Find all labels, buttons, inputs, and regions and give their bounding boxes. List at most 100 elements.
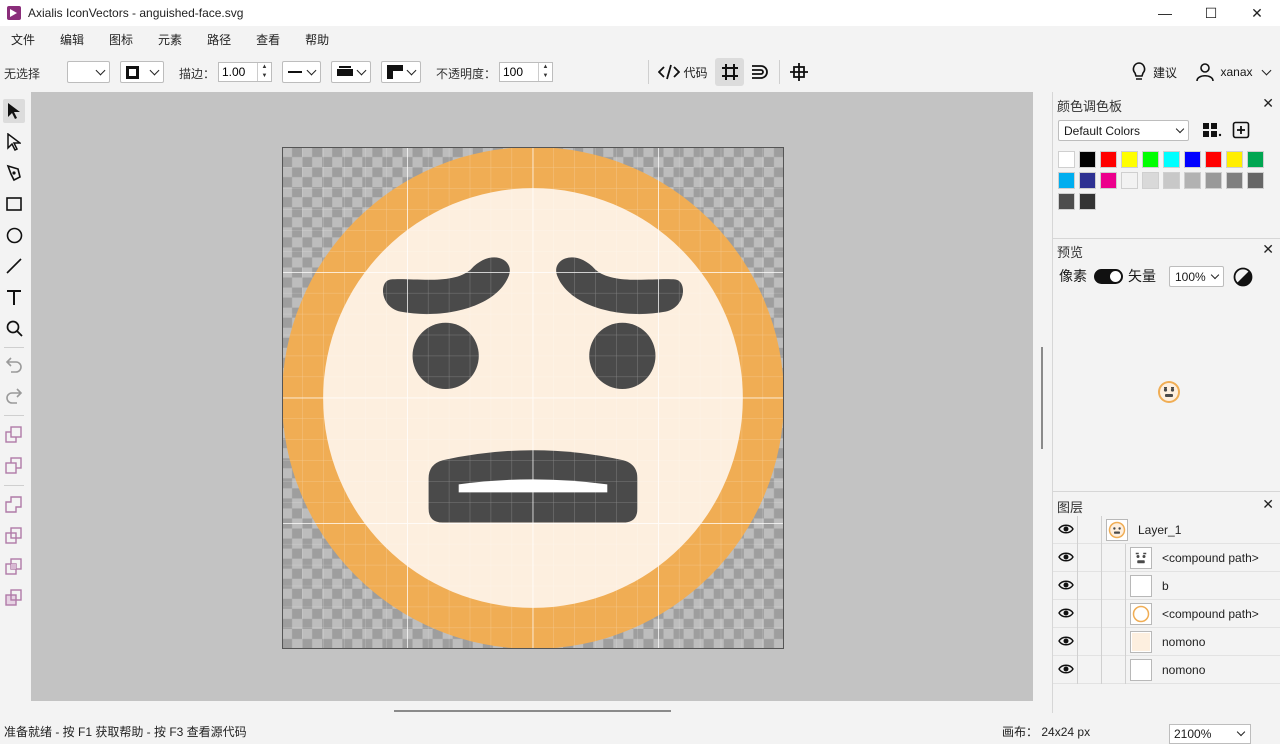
user-account-button[interactable]: xanax	[1192, 58, 1274, 86]
palette-close-icon[interactable]: ✕	[1262, 95, 1274, 112]
chevron-down-icon	[1210, 270, 1220, 279]
visibility-eye-icon[interactable]	[1058, 663, 1074, 678]
union-tool[interactable]	[3, 493, 25, 517]
suggest-button[interactable]: 建议	[1128, 58, 1180, 86]
color-swatch[interactable]	[1100, 151, 1117, 168]
horizontal-scrollbar[interactable]	[394, 710, 671, 712]
contrast-icon[interactable]	[1233, 267, 1253, 287]
text-tool[interactable]	[3, 285, 25, 309]
color-swatch[interactable]	[1079, 172, 1096, 189]
layer-row[interactable]: b	[1053, 572, 1280, 600]
fill-dropdown[interactable]	[67, 61, 110, 83]
color-swatch[interactable]	[1079, 193, 1096, 210]
palette-set-dropdown[interactable]: Default Colors	[1058, 120, 1189, 141]
add-color-icon[interactable]	[1232, 121, 1250, 139]
document-canvas[interactable]	[282, 147, 784, 649]
layer-row[interactable]: Layer_1	[1053, 516, 1280, 544]
subtract-tool[interactable]	[3, 524, 25, 548]
code-button[interactable]: 代码	[656, 58, 710, 86]
pen-tool[interactable]	[3, 161, 25, 185]
color-swatch[interactable]	[1058, 193, 1075, 210]
color-swatch[interactable]	[1163, 151, 1180, 168]
maximize-button[interactable]: ☐	[1188, 0, 1234, 26]
color-swatch[interactable]	[1058, 172, 1075, 189]
visibility-eye-icon[interactable]	[1058, 523, 1074, 538]
preview-close-icon[interactable]: ✕	[1262, 241, 1274, 258]
spin-down-icon[interactable]: ▼	[539, 72, 552, 81]
redo-icon	[6, 388, 23, 404]
exclude-tool[interactable]	[3, 586, 25, 610]
layer-row[interactable]: nomono	[1053, 628, 1280, 656]
visibility-eye-icon[interactable]	[1058, 607, 1074, 622]
color-swatch[interactable]	[1100, 172, 1117, 189]
line-tool[interactable]	[3, 254, 25, 278]
undo-tool[interactable]	[3, 353, 25, 377]
visibility-eye-icon[interactable]	[1058, 635, 1074, 650]
send-back-tool[interactable]	[3, 454, 25, 478]
color-swatch[interactable]	[1142, 151, 1159, 168]
color-swatch[interactable]	[1226, 172, 1243, 189]
color-swatch[interactable]	[1184, 172, 1201, 189]
visibility-eye-icon[interactable]	[1058, 551, 1074, 566]
menu-file[interactable]: 文件	[11, 31, 35, 48]
pixel-vector-toggle[interactable]	[1094, 269, 1123, 284]
canvas-size-status: 画布： 24x24 px	[1002, 723, 1090, 740]
menu-element[interactable]: 元素	[158, 31, 182, 48]
stroke-width-spinner[interactable]: ▲▼	[218, 62, 272, 82]
color-swatch[interactable]	[1121, 172, 1138, 189]
layer-row[interactable]: <compound path>	[1053, 600, 1280, 628]
color-swatch[interactable]	[1184, 151, 1201, 168]
grid-toggle-button[interactable]	[715, 58, 744, 86]
color-swatch[interactable]	[1205, 151, 1222, 168]
menu-icon[interactable]: 图标	[109, 31, 133, 48]
palette-grid-view-icon[interactable]	[1202, 121, 1222, 139]
color-swatch[interactable]	[1226, 151, 1243, 168]
snap-button[interactable]	[747, 58, 775, 86]
stroke-color-dropdown[interactable]	[120, 61, 164, 83]
select-tool[interactable]	[3, 99, 25, 123]
menu-edit[interactable]: 编辑	[60, 31, 84, 48]
preview-zoom-dropdown[interactable]: 100%	[1169, 266, 1224, 287]
color-swatch[interactable]	[1121, 151, 1138, 168]
color-swatch[interactable]	[1163, 172, 1180, 189]
zoom-tool[interactable]	[3, 316, 25, 340]
color-swatch[interactable]	[1058, 151, 1075, 168]
opacity-spinner[interactable]: ▲▼	[499, 62, 553, 82]
direct-select-tool[interactable]	[3, 130, 25, 154]
opacity-input[interactable]	[500, 63, 538, 81]
redo-tool[interactable]	[3, 384, 25, 408]
canvas-label: 画布：	[1002, 725, 1039, 739]
bring-front-tool[interactable]	[3, 423, 25, 447]
minimize-button[interactable]: —	[1142, 0, 1188, 26]
rectangle-tool[interactable]	[3, 192, 25, 216]
close-button[interactable]: ✕	[1234, 0, 1280, 26]
menu-path[interactable]: 路径	[207, 31, 231, 48]
intersect-tool[interactable]	[3, 555, 25, 579]
layer-row[interactable]: <compound path>	[1053, 544, 1280, 572]
line-cap-dropdown[interactable]	[331, 61, 371, 83]
layers-close-icon[interactable]: ✕	[1262, 496, 1274, 513]
spin-up-icon[interactable]: ▲	[258, 63, 271, 72]
visibility-eye-icon[interactable]	[1058, 579, 1074, 594]
color-swatch[interactable]	[1142, 172, 1159, 189]
line-style-dropdown[interactable]	[282, 61, 321, 83]
layer-tree-line	[1125, 572, 1126, 600]
palette-title: 颜色调色板	[1057, 99, 1123, 114]
layer-tree-line	[1077, 544, 1078, 572]
menu-help[interactable]: 帮助	[305, 31, 329, 48]
spin-up-icon[interactable]: ▲	[539, 63, 552, 72]
vertical-scrollbar[interactable]	[1041, 347, 1043, 449]
ellipse-tool[interactable]	[3, 223, 25, 247]
align-button[interactable]	[785, 58, 813, 86]
layer-row[interactable]: nomono	[1053, 656, 1280, 684]
stroke-width-input[interactable]	[219, 63, 257, 81]
line-join-dropdown[interactable]	[381, 61, 421, 83]
color-swatch[interactable]	[1247, 151, 1264, 168]
spin-down-icon[interactable]: ▼	[258, 72, 271, 81]
color-swatch[interactable]	[1205, 172, 1222, 189]
menu-view[interactable]: 查看	[256, 31, 280, 48]
color-swatch[interactable]	[1079, 151, 1096, 168]
color-swatch[interactable]	[1247, 172, 1264, 189]
zoom-dropdown[interactable]: 2100%	[1169, 724, 1251, 744]
canvas-area[interactable]	[31, 92, 1033, 701]
